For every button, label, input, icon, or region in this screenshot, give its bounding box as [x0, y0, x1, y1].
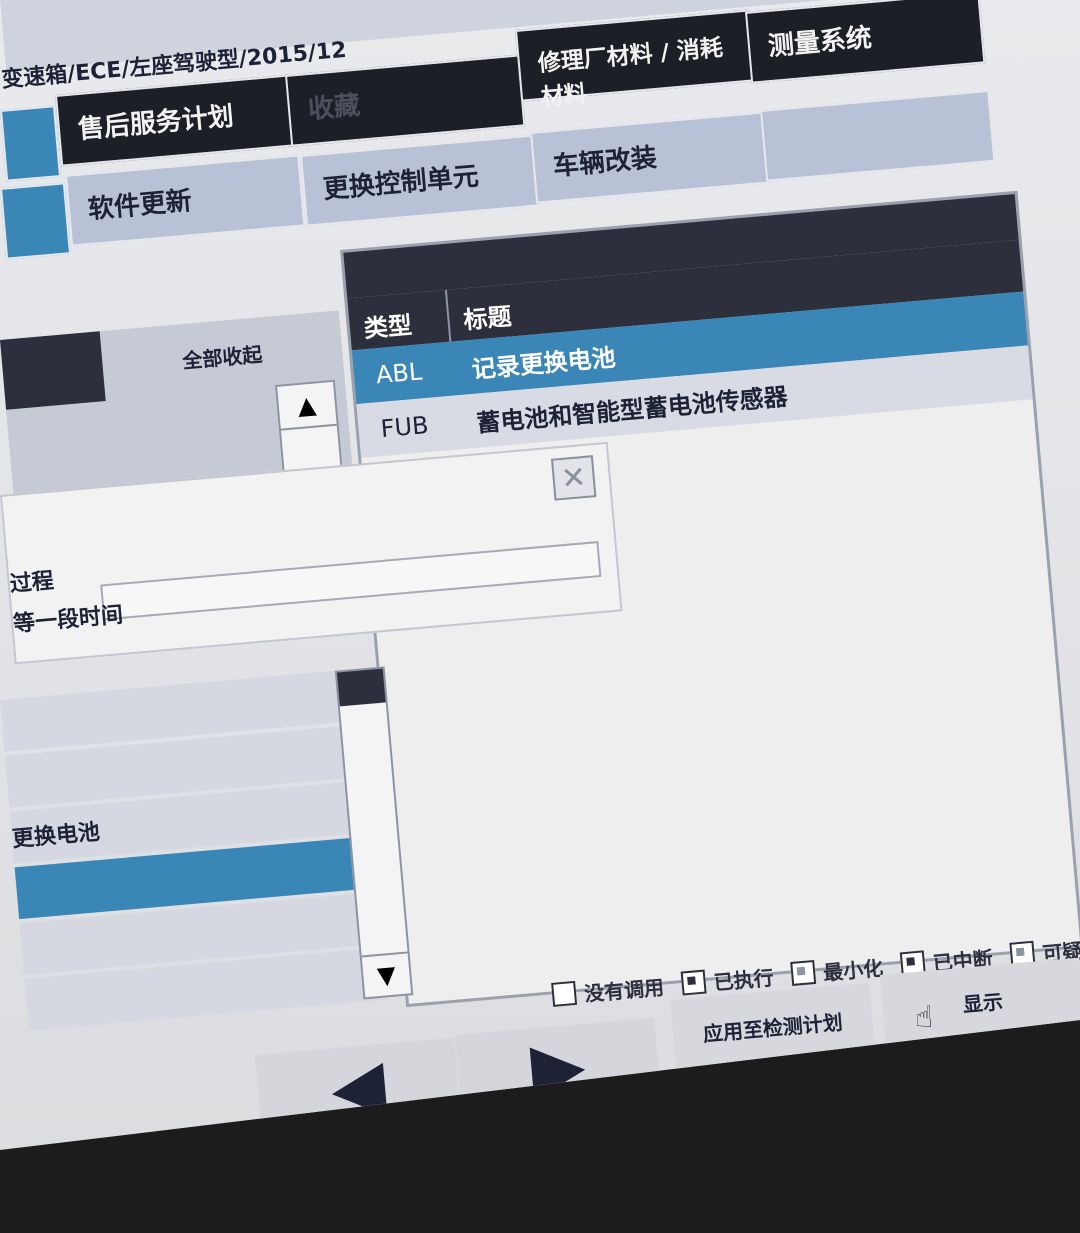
- scroll-up-icon[interactable]: ▲: [277, 381, 337, 431]
- tile-vehicle-modification[interactable]: 车辆改装: [530, 111, 771, 204]
- monitor-screen: 变速箱/ECE/左座驾驶型/2015/12 售后服务计划 收藏 修理厂材料 / …: [0, 0, 1080, 1150]
- dialog-wait-text: 等一段时间: [12, 602, 125, 638]
- test-plan-list: 更换电池 ▼: [0, 662, 466, 1031]
- previous-button[interactable]: ◀: [255, 1037, 462, 1135]
- status-filled-icon: [680, 969, 707, 996]
- tree-header: [0, 331, 106, 410]
- column-type-header[interactable]: 类型 ▲: [347, 289, 452, 372]
- scroll-down-icon[interactable]: ▼: [361, 951, 412, 998]
- status-soft-icon: [790, 959, 817, 986]
- next-button[interactable]: ▶: [455, 1017, 662, 1115]
- close-icon[interactable]: ✕: [550, 455, 597, 501]
- tile-service-plan[interactable]: 售后服务计划: [55, 74, 296, 167]
- arrow-right-icon: ▶: [527, 1022, 589, 1110]
- photo-frame: 变速箱/ECE/左座驾驶型/2015/12 售后服务计划 收藏 修理厂材料 / …: [0, 0, 1080, 1233]
- tile-empty: [760, 89, 996, 182]
- scroll-thumb[interactable]: [336, 668, 386, 707]
- legend-minimized: 最小化: [790, 952, 884, 989]
- tile-selected-edge-2[interactable]: [0, 182, 72, 260]
- row-title: 记录更换电池: [470, 342, 617, 384]
- row-type: ABL: [374, 357, 424, 390]
- legend-not-called: 没有调用: [551, 971, 665, 1010]
- row-type: FUB: [379, 411, 430, 444]
- dialog-status-text: 过程: [8, 568, 55, 598]
- arrow-left-icon: ◀: [327, 1042, 389, 1130]
- tile-measurement-system[interactable]: 测量系统: [745, 0, 986, 84]
- progress-bar: [100, 541, 602, 621]
- tile-software-update[interactable]: 软件更新: [65, 154, 306, 247]
- tile-replace-control-unit[interactable]: 更换控制单元: [300, 134, 541, 227]
- tile-selected-edge[interactable]: [0, 105, 62, 182]
- hand-cursor-icon: ☝: [915, 1000, 934, 1035]
- tile-favorites[interactable]: 收藏: [285, 54, 526, 147]
- status-empty-icon: [551, 980, 578, 1007]
